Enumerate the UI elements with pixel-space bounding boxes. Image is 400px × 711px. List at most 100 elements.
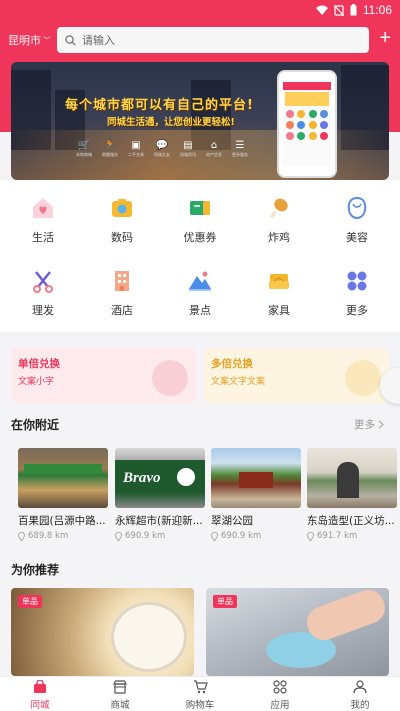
- refresh-icon: [345, 360, 381, 396]
- nearby-item[interactable]: 百果园(吕源中路... 689.8 km: [18, 448, 108, 541]
- add-button[interactable]: +: [379, 28, 391, 48]
- scissors-icon: [30, 268, 56, 294]
- promo-banner[interactable]: 每个城市都可以有自己的平台! 同城生活通，让您创业更轻松! 🛒 本地商城 🏃 跑腿服…: [11, 62, 389, 180]
- face-icon: [344, 195, 370, 221]
- nearby-item[interactable]: 翠湖公园 690.9 km: [211, 448, 301, 541]
- location-icon: [211, 531, 218, 541]
- exchange-title: 多倍兑换: [211, 358, 253, 370]
- grid-icon: [344, 268, 370, 294]
- tab-mall[interactable]: 商城: [80, 677, 160, 711]
- product-badge: 单品: [213, 595, 237, 608]
- camera-icon: [109, 195, 135, 221]
- store-name: 东岛造型(正义坊...: [307, 515, 395, 527]
- category-more[interactable]: 更多: [317, 268, 397, 318]
- tab-local[interactable]: 同城: [0, 677, 80, 711]
- banner-item: ▤ 同城资讯: [180, 140, 196, 157]
- chevron-right-icon: [378, 420, 384, 429]
- exchange-subtitle: 文案文字文案: [211, 377, 266, 387]
- category-beauty[interactable]: 美容: [317, 195, 397, 245]
- store-photo: [18, 448, 108, 508]
- multi-exchange-card[interactable]: 多倍兑换 文案文字文案: [204, 348, 389, 403]
- category-hotel[interactable]: 酒店: [82, 268, 162, 318]
- person-icon: [352, 680, 368, 694]
- search-icon: [65, 34, 76, 46]
- banner-subtitle: 同城生活通，让您创业更轻松!: [107, 117, 235, 128]
- chat-icon: 💬: [155, 140, 169, 151]
- nearby-item[interactable]: 东岛造型(正义坊... 691.7 km: [307, 448, 397, 541]
- category-digital[interactable]: 数码: [82, 195, 162, 245]
- banner-item: ☰ 更多服务: [232, 140, 248, 157]
- tab-mine[interactable]: 我的: [320, 677, 400, 711]
- banner-item: ▣ 二手交易: [128, 140, 144, 157]
- banner-item: 🛒 本地商城: [76, 140, 92, 157]
- banner-title: 每个城市都可以有自己的平台!: [65, 98, 254, 113]
- product-card[interactable]: 单品: [11, 588, 194, 676]
- tab-cart[interactable]: 购物车: [160, 677, 240, 711]
- banner-item: 🏃 跑腿服务: [102, 140, 118, 157]
- house-icon: ⌂: [210, 140, 218, 151]
- location-icon: [18, 531, 25, 541]
- wifi-icon: [315, 5, 328, 15]
- cart-icon: [192, 680, 208, 694]
- nearby-item[interactable]: Bravo 永辉超市(新迎新... 690.9 km: [115, 448, 205, 541]
- mountain-icon: [187, 268, 213, 294]
- lamp-image: [111, 602, 187, 672]
- exchange-title: 单倍兑换: [18, 358, 60, 370]
- coupon-icon: [187, 195, 213, 221]
- store-distance: 691.7 km: [307, 531, 397, 541]
- house-heart-icon: [30, 195, 56, 221]
- category-coupon[interactable]: 优惠券: [160, 195, 240, 245]
- recommend-title: 为你推荐: [11, 563, 60, 577]
- search-bar[interactable]: [57, 27, 369, 53]
- chevron-down-icon: ﹀: [43, 35, 51, 45]
- store-distance: 690.9 km: [211, 531, 301, 541]
- store-name: 永辉超市(新迎新...: [115, 515, 203, 527]
- category-life[interactable]: 生活: [3, 195, 83, 245]
- category-fried-chicken[interactable]: 炸鸡: [239, 195, 319, 245]
- search-input[interactable]: [82, 33, 342, 47]
- store-photo: Bravo: [115, 448, 205, 508]
- runner-icon: 🏃: [103, 140, 117, 151]
- tab-apps[interactable]: 应用: [240, 677, 320, 711]
- product-card[interactable]: 单品: [206, 588, 389, 676]
- header: 昆明市 ﹀ +: [0, 20, 400, 62]
- no-sim-icon: [333, 4, 344, 16]
- store-name: 百果园(吕源中路...: [18, 515, 106, 527]
- city-label: 昆明市: [8, 34, 41, 47]
- category-scenic[interactable]: 景点: [160, 268, 240, 318]
- bag-icon: [32, 680, 48, 694]
- exchange-subtitle: 文案小字: [18, 377, 55, 387]
- category-furniture[interactable]: 家具: [239, 268, 319, 318]
- product-badge: 单品: [18, 595, 42, 608]
- battery-icon: [350, 4, 357, 16]
- sofa-icon: [266, 268, 292, 294]
- building-icon: [109, 268, 135, 294]
- single-exchange-card[interactable]: 单倍兑换 文案小字: [11, 348, 196, 403]
- status-time: 11:06: [362, 3, 392, 17]
- phone-mockup: [277, 70, 337, 178]
- store-icon: [112, 680, 128, 694]
- apps-icon: [272, 680, 288, 694]
- category-grid: 生活 数码 优惠券 炸鸡 美容 理发 酒店 景点 家具 更多: [0, 180, 400, 332]
- banner-icon-row: 🛒 本地商城 🏃 跑腿服务 ▣ 二手交易 💬 同城交友 ▤ 同城资讯 ⌂ 房产信息 ☰ 更多服…: [75, 140, 249, 158]
- park-photo: [211, 448, 301, 508]
- city-selector[interactable]: 昆明市 ﹀: [8, 32, 51, 48]
- news-icon: ▤: [183, 140, 193, 151]
- location-icon: [307, 531, 314, 541]
- bottom-tab-bar: 同城 商城 购物车 应用 我的: [0, 676, 400, 711]
- nearby-title: 在你附近: [11, 418, 60, 432]
- store-distance: 689.8 km: [18, 531, 108, 541]
- store-name: 翠湖公园: [211, 515, 253, 527]
- drumstick-icon: [266, 195, 292, 221]
- db-icon: ☰: [235, 140, 245, 151]
- status-icons: 11:06: [315, 3, 392, 17]
- salon-photo: [307, 448, 397, 508]
- banner-item: 💬 同城交友: [154, 140, 170, 157]
- store-distance: 690.9 km: [115, 531, 205, 541]
- refresh-icon: [152, 360, 188, 396]
- more-link[interactable]: 更多: [354, 417, 384, 432]
- secondhand-icon: ▣: [131, 140, 141, 151]
- category-haircut[interactable]: 理发: [3, 268, 83, 318]
- cart-icon: 🛒: [77, 140, 91, 151]
- location-icon: [115, 531, 122, 541]
